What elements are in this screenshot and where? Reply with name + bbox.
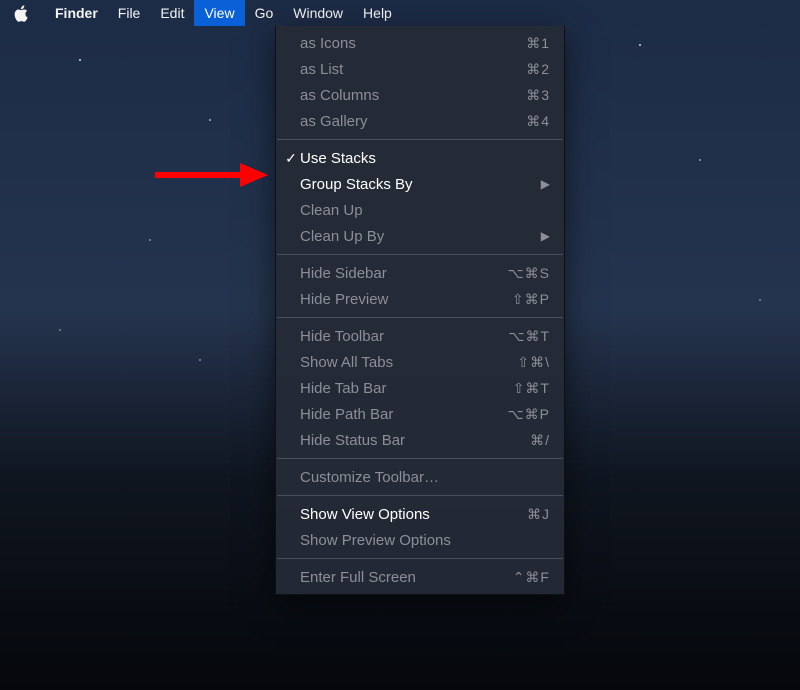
- menu-item-label: Clean Up By: [300, 228, 541, 245]
- menu-item-shortcut: ⇧⌘\: [517, 354, 550, 371]
- menu-item-hide-sidebar: Hide Sidebar⌥⌘S: [276, 260, 564, 286]
- menu-item-label: Hide Sidebar: [300, 265, 508, 282]
- menu-item-show-view-options[interactable]: Show View Options⌘J: [276, 501, 564, 527]
- menu-item-shortcut: ⇧⌘T: [513, 380, 550, 397]
- menu-item-use-stacks[interactable]: ✓Use Stacks: [276, 145, 564, 171]
- menu-item-customize-toolbar: Customize Toolbar…: [276, 464, 564, 490]
- menu-item-shortcut: ⌘/: [530, 432, 550, 449]
- menu-item-clean-up: Clean Up: [276, 197, 564, 223]
- menu-item-hide-preview: Hide Preview⇧⌘P: [276, 286, 564, 312]
- menu-item-hide-path-bar: Hide Path Bar⌥⌘P: [276, 401, 564, 427]
- menu-item-as-gallery: as Gallery⌘4: [276, 108, 564, 134]
- menu-item-as-list: as List⌘2: [276, 56, 564, 82]
- menu-item-label: as Columns: [300, 87, 526, 104]
- menubar: Finder FileEditViewGoWindowHelp: [0, 0, 800, 26]
- menu-item-hide-status-bar: Hide Status Bar⌘/: [276, 427, 564, 453]
- menu-separator: [277, 139, 563, 140]
- menubar-app-name[interactable]: Finder: [45, 0, 108, 26]
- menu-item-shortcut: ⌥⌘T: [508, 328, 550, 345]
- menu-item-label: Hide Toolbar: [300, 328, 508, 345]
- menu-item-label: Show All Tabs: [300, 354, 517, 371]
- checkmark-icon: ✓: [282, 150, 300, 167]
- menu-item-shortcut: ⇧⌘P: [512, 291, 550, 308]
- menu-item-label: as List: [300, 61, 526, 78]
- menu-item-label: Hide Path Bar: [300, 406, 508, 423]
- menu-item-label: Customize Toolbar…: [300, 469, 550, 486]
- menu-item-shortcut: ⌘2: [526, 61, 550, 78]
- menu-item-label: Clean Up: [300, 202, 550, 219]
- menu-item-label: Hide Status Bar: [300, 432, 530, 449]
- menu-item-label: Use Stacks: [300, 150, 550, 167]
- menu-separator: [277, 317, 563, 318]
- menu-item-hide-tab-bar: Hide Tab Bar⇧⌘T: [276, 375, 564, 401]
- menubar-item-go[interactable]: Go: [245, 0, 284, 26]
- menubar-item-view[interactable]: View: [194, 0, 244, 26]
- menu-item-shortcut: ⌘4: [526, 113, 550, 130]
- menu-item-shortcut: ⌥⌘S: [508, 265, 550, 282]
- menu-item-show-preview-options: Show Preview Options: [276, 527, 564, 553]
- menu-item-label: Enter Full Screen: [300, 569, 513, 586]
- menu-item-label: as Gallery: [300, 113, 526, 130]
- menu-separator: [277, 458, 563, 459]
- menu-separator: [277, 254, 563, 255]
- menu-item-hide-toolbar: Hide Toolbar⌥⌘T: [276, 323, 564, 349]
- menu-item-clean-up-by: Clean Up By▶: [276, 223, 564, 249]
- menubar-item-edit[interactable]: Edit: [150, 0, 194, 26]
- menu-item-label: Group Stacks By: [300, 176, 541, 193]
- menu-item-shortcut: ⌥⌘P: [508, 406, 550, 423]
- menu-item-show-all-tabs: Show All Tabs⇧⌘\: [276, 349, 564, 375]
- desktop: Finder FileEditViewGoWindowHelp as Icons…: [0, 0, 800, 690]
- menu-item-shortcut: ⌘1: [526, 35, 550, 52]
- menu-item-label: Hide Preview: [300, 291, 512, 308]
- menu-separator: [277, 495, 563, 496]
- menu-item-label: Show Preview Options: [300, 532, 550, 549]
- menu-item-shortcut: ⌘3: [526, 87, 550, 104]
- submenu-arrow-icon: ▶: [541, 177, 550, 191]
- menu-item-group-stacks-by[interactable]: Group Stacks By▶: [276, 171, 564, 197]
- menu-item-shortcut: ⌘J: [527, 506, 550, 523]
- menubar-item-file[interactable]: File: [108, 0, 151, 26]
- menubar-item-help[interactable]: Help: [353, 0, 402, 26]
- menu-item-shortcut: ⌃⌘F: [513, 569, 550, 586]
- submenu-arrow-icon: ▶: [541, 229, 550, 243]
- menu-item-as-icons: as Icons⌘1: [276, 30, 564, 56]
- apple-menu-icon[interactable]: [14, 5, 29, 22]
- menu-item-as-columns: as Columns⌘3: [276, 82, 564, 108]
- view-menu-dropdown: as Icons⌘1as List⌘2as Columns⌘3as Galler…: [275, 26, 565, 595]
- annotation-arrow-icon: [150, 155, 270, 195]
- menu-item-label: Show View Options: [300, 506, 527, 523]
- menu-separator: [277, 558, 563, 559]
- menu-item-label: as Icons: [300, 35, 526, 52]
- menubar-item-window[interactable]: Window: [283, 0, 353, 26]
- menu-item-enter-full-screen: Enter Full Screen⌃⌘F: [276, 564, 564, 590]
- menu-item-label: Hide Tab Bar: [300, 380, 513, 397]
